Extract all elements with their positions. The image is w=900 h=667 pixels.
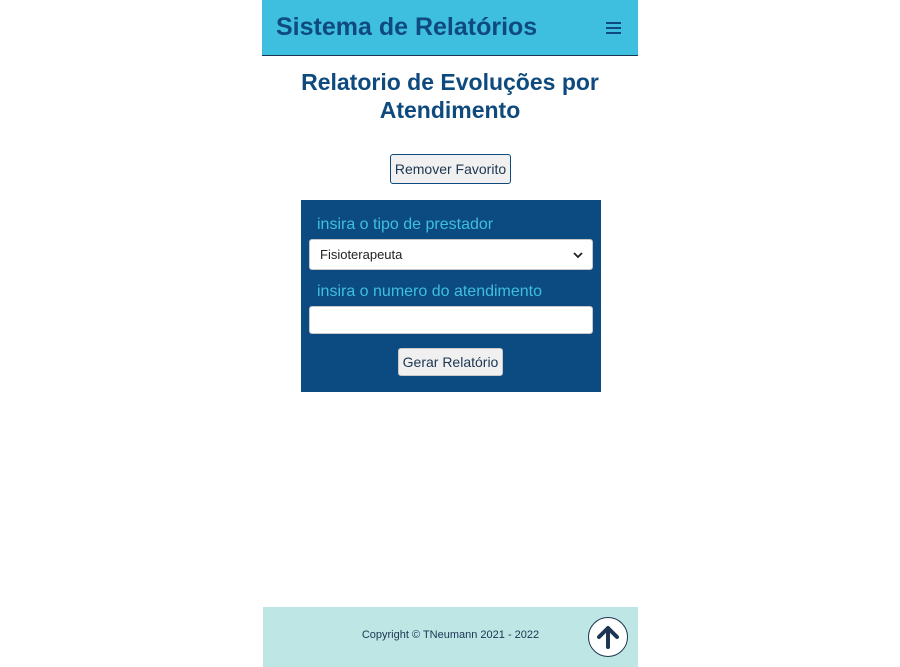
- provider-type-select[interactable]: Fisioterapeuta: [309, 239, 593, 270]
- provider-type-label: insira o tipo de prestador: [317, 216, 494, 233]
- page-title: Relatorio de Evoluções por Atendimento: [301, 69, 599, 123]
- app-container: Sistema de Relatórios Relatorio de Evolu…: [262, 0, 638, 667]
- remove-favorite-button[interactable]: Remover Favorito: [390, 154, 511, 184]
- footer: Copyright © TNeumann 2021 - 2022: [263, 607, 638, 667]
- arrow-up-icon: [597, 626, 619, 649]
- hamburger-menu-icon[interactable]: [604, 18, 624, 38]
- attendance-number-input[interactable]: [309, 306, 593, 334]
- generate-report-button[interactable]: Gerar Relatório: [398, 348, 503, 376]
- report-form: insira o tipo de prestador Fisioterapeut…: [301, 200, 601, 392]
- app-brand[interactable]: Sistema de Relatórios: [276, 13, 537, 42]
- chevron-down-icon: [572, 249, 584, 261]
- top-navbar: Sistema de Relatórios: [262, 0, 638, 56]
- copyright-text: Copyright © TNeumann 2021 - 2022: [361, 629, 540, 641]
- provider-type-selected-value: Fisioterapeuta: [320, 247, 403, 262]
- scroll-to-top-button[interactable]: [588, 617, 628, 657]
- attendance-number-label: insira o numero do atendimento: [317, 283, 543, 300]
